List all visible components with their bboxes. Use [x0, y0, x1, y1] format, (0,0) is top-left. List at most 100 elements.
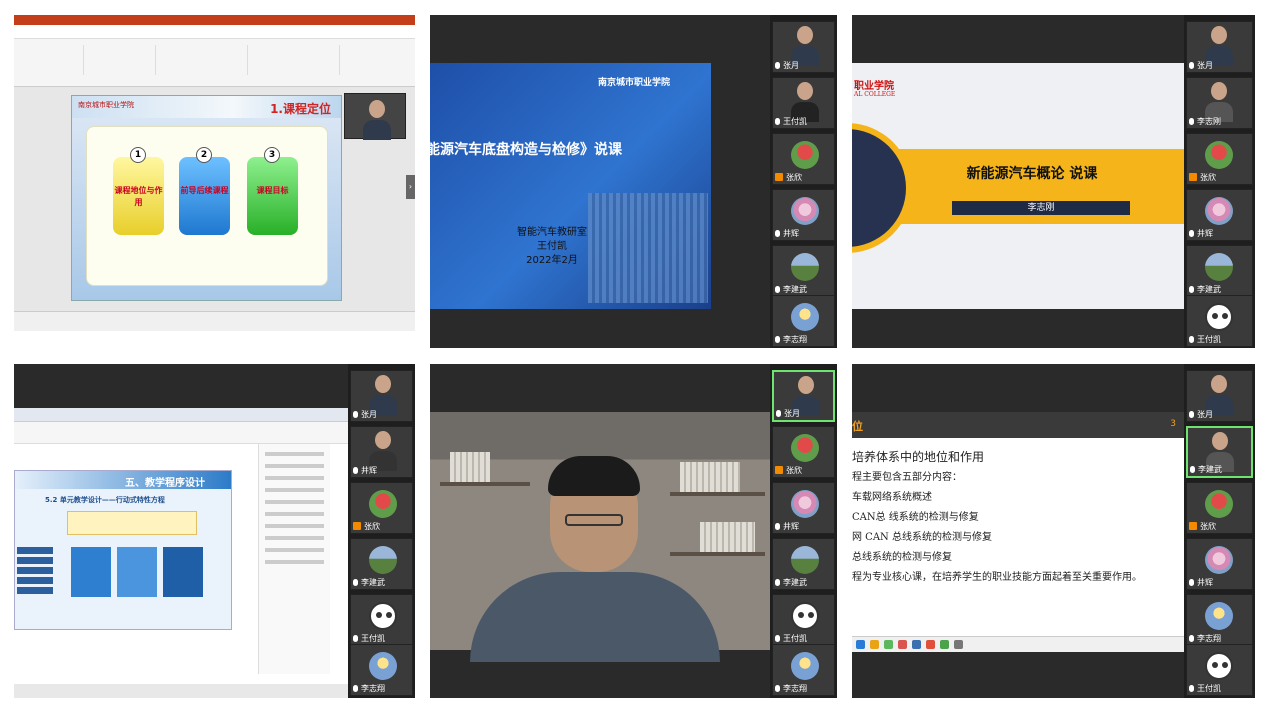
avatar	[1205, 490, 1233, 518]
slide-subtitle: 智能汽车教研室	[517, 227, 587, 238]
participant-tile[interactable]: 张月	[1186, 21, 1253, 73]
participant-tile[interactable]: 李志翔	[772, 295, 835, 347]
participant-strip: 张月 王付凯 张欣 井辉 李建武 李志翔	[770, 15, 837, 348]
app-icon[interactable]	[870, 640, 879, 649]
slide-card: 1 课程地位与作用 2 前导后续课程 3 课程目标	[86, 126, 328, 286]
panel-ppt-course-position: 南京城市职业学院 1.课程定位 1 课程地位与作用 2 前导后续课程 3 课程目…	[14, 15, 415, 331]
step-row	[17, 587, 53, 594]
slide-presenter: 王付凯	[537, 241, 567, 252]
mic-icon	[775, 230, 780, 237]
mic-icon	[1189, 411, 1194, 418]
books	[680, 462, 740, 492]
stage-block	[163, 547, 203, 597]
participant-tile[interactable]: 张欣	[1186, 133, 1253, 185]
mic-icon	[775, 286, 780, 293]
slide: 职业学院 AL COLLEGE 新能源汽车概论 说课 李志刚	[852, 63, 1184, 309]
ppt-tab-bar[interactable]	[14, 25, 415, 39]
participant-tile[interactable]: 李建武	[350, 538, 413, 590]
mic-icon	[775, 118, 780, 125]
participant-name: 李志刚	[1197, 117, 1221, 126]
participant-tile[interactable]: 王付凯	[772, 594, 835, 646]
properties-panel[interactable]	[258, 444, 330, 674]
step-row	[17, 567, 53, 574]
participant-tile[interactable]: 王付凯	[772, 77, 835, 129]
participant-name: 王付凯	[1197, 335, 1221, 344]
college-logo: 南京城市职业学院	[78, 101, 134, 109]
avatar	[791, 546, 819, 574]
app-icon[interactable]	[954, 640, 963, 649]
participant-tile[interactable]: 张月	[772, 370, 835, 422]
participant-tile[interactable]: 王付凯	[1186, 644, 1253, 696]
page-number: 3	[1170, 419, 1176, 429]
participant-name: 王付凯	[1197, 684, 1221, 693]
participant-name: 张欣	[1200, 522, 1216, 531]
participant-tile[interactable]: 张欣	[1186, 482, 1253, 534]
ribbon-group-clipboard[interactable]	[24, 45, 84, 75]
participant-name: 井辉	[1197, 229, 1213, 238]
participant-tile[interactable]: 李志翔	[1186, 594, 1253, 646]
text-line: 程主要包含五部分内容：	[852, 472, 962, 483]
avatar	[1205, 546, 1233, 574]
slide-title: 五、教学程序设计	[125, 478, 205, 489]
app-icon[interactable]	[856, 640, 865, 649]
participant-tile[interactable]: 张月	[1186, 370, 1253, 422]
ribbon-group-font[interactable]	[158, 45, 248, 75]
participant-name: 李志翔	[1197, 634, 1221, 643]
participant-tile[interactable]: 张欣	[350, 482, 413, 534]
app-icon[interactable]	[898, 640, 907, 649]
slide-subtitle: 5.2 单元教学设计——行动式特性方程	[45, 496, 165, 504]
participant-tile[interactable]: 张欣	[772, 133, 835, 185]
participant-name: 张欣	[364, 522, 380, 531]
avatar	[791, 490, 819, 518]
ribbon-group-slides[interactable]	[86, 45, 156, 75]
bookshelf	[670, 492, 765, 496]
mic-icon	[775, 336, 780, 343]
participant-tile[interactable]: 井辉	[350, 426, 413, 478]
participant-name: 井辉	[783, 522, 799, 531]
participant-tile[interactable]: 李建武	[772, 245, 835, 297]
panel-chassis-lecture: 南京城市职业学院 能源汽车底盘构造与检修》说课 智能汽车教研室 王付凯 2022…	[430, 15, 837, 348]
app-icon[interactable]	[884, 640, 893, 649]
next-slide-arrow[interactable]: ›	[406, 175, 415, 199]
participant-tile[interactable]: 王付凯	[350, 594, 413, 646]
books	[450, 452, 490, 482]
participant-tile[interactable]: 井辉	[1186, 189, 1253, 241]
participant-tile[interactable]: 张月	[350, 370, 413, 422]
participant-tile[interactable]: 井辉	[772, 189, 835, 241]
app-icon[interactable]	[926, 640, 935, 649]
slide-title: 1.课程定位	[270, 102, 331, 116]
slide-title: 位	[852, 420, 863, 433]
app-icon[interactable]	[912, 640, 921, 649]
hand-raise-icon	[1189, 522, 1197, 530]
participant-tile[interactable]: 张月	[772, 21, 835, 73]
participant-name: 张月	[784, 409, 800, 418]
college-logo: 职业学院	[854, 81, 894, 92]
ribbon-group-paragraph[interactable]	[250, 45, 340, 75]
participant-name: 李建武	[361, 578, 385, 587]
slide: 位 3 培养体系中的地位和作用 程主要包含五部分内容： 车载网络系统概述 CAN…	[852, 412, 1184, 636]
app-icon[interactable]	[940, 640, 949, 649]
participant-tile[interactable]: 井辉	[1186, 538, 1253, 590]
text-line: 程为专业核心课，在培养学生的职业技能方面起着至关重要作用。	[852, 572, 1142, 583]
participant-name: 井辉	[361, 466, 377, 475]
participant-tile[interactable]: 李建武	[1186, 426, 1253, 478]
avatar	[791, 253, 819, 281]
slide-date: 2022年2月	[526, 255, 578, 266]
speaker-video	[430, 412, 770, 662]
participant-tile[interactable]: 张欣	[772, 426, 835, 478]
participant-tile[interactable]: 李建武	[772, 538, 835, 590]
participant-tile[interactable]: 井辉	[772, 482, 835, 534]
participant-tile[interactable]: 李建武	[1186, 245, 1253, 297]
participant-tile[interactable]: 李志翔	[350, 644, 413, 696]
participant-tile[interactable]: 王付凯	[1186, 295, 1253, 347]
hand-raise-icon	[1189, 173, 1197, 181]
slide: 南京城市职业学院 能源汽车底盘构造与检修》说课 智能汽车教研室 王付凯 2022…	[430, 63, 711, 309]
participant-tile[interactable]: 李志翔	[772, 644, 835, 696]
wps-tab-bar[interactable]	[14, 408, 348, 422]
wps-toolbar[interactable]	[14, 422, 348, 444]
participant-tile[interactable]: 李志刚	[1186, 77, 1253, 129]
hand-raise-icon	[775, 466, 783, 474]
taskbar	[852, 636, 1184, 652]
mic-icon	[353, 579, 358, 586]
mic-icon	[1189, 286, 1194, 293]
